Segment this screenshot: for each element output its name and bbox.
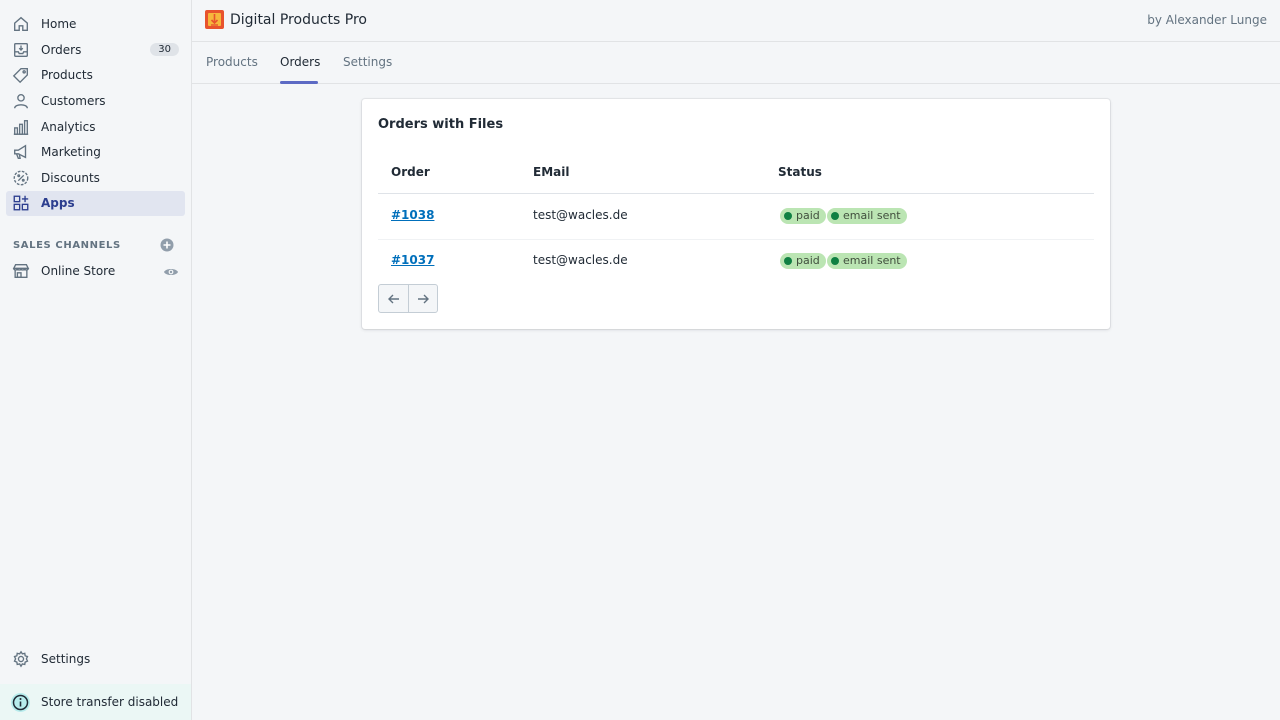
column-header-order: Order: [391, 165, 430, 179]
sidebar-item-home[interactable]: Home: [6, 12, 185, 37]
order-link[interactable]: #1037: [391, 253, 434, 267]
active-tab-indicator: [280, 81, 318, 84]
status-badge-label: email sent: [843, 254, 901, 267]
sales-channels-heading: SALES CHANNELS: [13, 240, 121, 251]
tag-icon: [12, 66, 30, 84]
orders-card: Orders with Files Order EMail Status #10…: [362, 99, 1110, 329]
sidebar-item-label: Products: [41, 68, 93, 82]
column-header-email: EMail: [533, 165, 570, 179]
sidebar-item-label: Marketing: [41, 145, 101, 159]
status-dot: [831, 257, 839, 265]
sidebar-item-label: Online Store: [41, 264, 116, 278]
sidebar-item-label: Orders: [41, 43, 82, 57]
tab-settings[interactable]: Settings: [343, 55, 392, 69]
sidebar-item-label: Home: [41, 17, 77, 31]
column-header-status: Status: [778, 165, 822, 179]
home-icon: [12, 15, 30, 33]
order-email: test@wacles.de: [533, 208, 628, 222]
next-page-button[interactable]: [408, 285, 437, 312]
sidebar-item-marketing[interactable]: Marketing: [6, 140, 185, 165]
status-dot: [784, 257, 792, 265]
status-badge-label: paid: [796, 209, 820, 222]
previous-page-button[interactable]: [379, 285, 408, 312]
status-badge-label: email sent: [843, 209, 901, 222]
arrow-right-icon: [418, 294, 429, 303]
app-logo-icon: [205, 10, 224, 29]
app-header: Digital Products Pro by Alexander Lunge: [192, 0, 1280, 42]
person-icon: [12, 92, 30, 110]
status-badge-email-sent: email sent: [827, 253, 907, 269]
order-email: test@wacles.de: [533, 253, 628, 267]
apps-icon: [12, 194, 30, 212]
card-title: Orders with Files: [378, 117, 504, 132]
row-divider: [378, 239, 1094, 240]
status-badge-paid: paid: [780, 208, 826, 224]
order-link[interactable]: #1038: [391, 208, 434, 222]
sidebar-item-label: Settings: [41, 652, 91, 666]
orders-icon: [12, 41, 30, 59]
pagination: [378, 284, 438, 313]
sidebar-item-label: Discounts: [41, 171, 100, 185]
sidebar-item-settings[interactable]: Settings: [6, 647, 185, 672]
info-icon: [10, 692, 31, 713]
sidebar-item-orders[interactable]: Orders 30: [6, 38, 185, 63]
store-icon: [12, 262, 30, 280]
arrow-left-icon: [387, 294, 399, 303]
sidebar-item-apps[interactable]: Apps: [6, 191, 185, 216]
table-header-divider: [378, 193, 1094, 194]
status-badge-paid: paid: [780, 253, 826, 269]
status-badge-label: paid: [796, 254, 820, 267]
megaphone-icon: [12, 143, 30, 161]
app-author: by Alexander Lunge: [1147, 13, 1267, 27]
sidebar-item-label: Customers: [41, 94, 106, 108]
sidebar-item-analytics[interactable]: Analytics: [6, 115, 185, 140]
sidebar-item-discounts[interactable]: Discounts: [6, 166, 185, 191]
tab-products[interactable]: Products: [206, 55, 258, 69]
sidebar: Home Orders 30 Products Customers Analyt…: [0, 0, 192, 720]
app-title: Digital Products Pro: [230, 12, 367, 28]
sidebar-item-online-store[interactable]: Online Store: [6, 259, 185, 284]
store-transfer-label: Store transfer disabled: [41, 695, 179, 709]
sidebar-item-label: Analytics: [41, 120, 96, 134]
sidebar-item-customers[interactable]: Customers: [6, 89, 185, 114]
eye-icon[interactable]: [163, 264, 179, 280]
discount-icon: [12, 169, 30, 187]
bar-chart-icon: [12, 118, 30, 136]
sidebar-item-products[interactable]: Products: [6, 63, 185, 88]
status-dot: [784, 212, 792, 220]
status-badge-email-sent: email sent: [827, 208, 907, 224]
gear-icon: [12, 650, 30, 668]
sidebar-item-label: Apps: [41, 196, 75, 210]
app-tabs: Products Orders Settings: [192, 42, 1280, 84]
add-sales-channel-icon[interactable]: [160, 238, 174, 252]
status-dot: [831, 212, 839, 220]
orders-count-badge: 30: [150, 43, 179, 56]
store-transfer-status: Store transfer disabled: [0, 684, 191, 720]
tab-orders[interactable]: Orders: [280, 55, 320, 69]
